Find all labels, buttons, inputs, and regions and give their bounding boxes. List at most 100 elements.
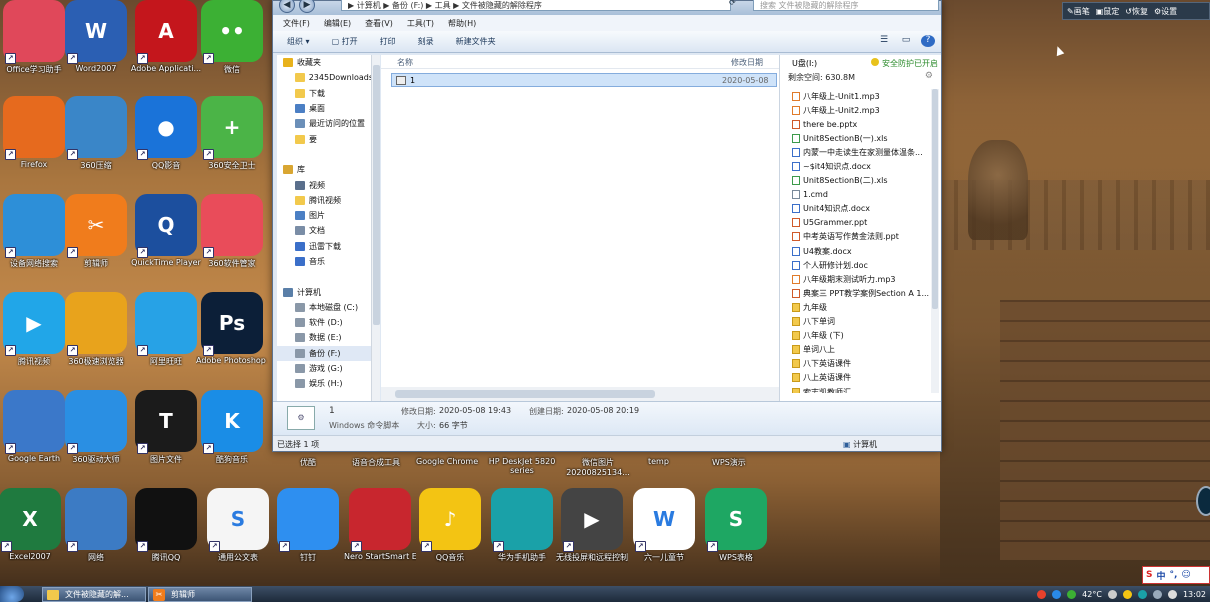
desktop-hidden-shortcut-label[interactable]: WPS演示 [712, 457, 746, 468]
usb-list-item[interactable]: 八年级 (下) [792, 329, 930, 343]
nav-item[interactable]: 2345Downloads [277, 70, 373, 85]
usb-list-item[interactable]: 内蒙一中走读生在家测量体温条... [792, 145, 930, 159]
menu-file[interactable]: 文件(F) [283, 18, 310, 29]
nav-item[interactable]: 库 [277, 162, 373, 177]
horizontal-scroll-thumb[interactable] [395, 390, 655, 398]
usb-list-item[interactable]: Unit8SectionB(二).xls [792, 174, 930, 188]
desktop-shortcut-d10[interactable]: ✂ ↗ 剪辑师 [60, 194, 132, 269]
refresh-icon[interactable]: ⟳ [729, 0, 736, 7]
desktop-shortcut-b9[interactable]: ▶↗无线投屏和远程控制的APP的... [556, 488, 628, 563]
usb-list-item[interactable]: 八上英语课件 [792, 371, 930, 385]
nav-item[interactable]: 桌面 [277, 101, 373, 116]
desktop-shortcut-b5[interactable]: ↗ 钉钉 [272, 488, 344, 563]
desktop-hidden-shortcut-label[interactable]: HP DeskJet 5820 series [484, 457, 560, 475]
usb-list-item[interactable]: 个人研修计划.doc [792, 258, 930, 272]
usb-list-item[interactable]: 八年级期末测试听力.mp3 [792, 272, 930, 286]
taskbar-explorer-button[interactable]: 文件被隐藏的解... [42, 587, 146, 602]
file-horizontal-scrollbar[interactable] [381, 387, 779, 401]
file-row[interactable]: 1 2020-05-08 [391, 73, 777, 87]
usb-list-item[interactable]: U4教案.docx [792, 244, 930, 258]
view-options-icon[interactable]: ☰ [877, 35, 891, 47]
start-button[interactable] [0, 586, 24, 602]
usb-list-item[interactable]: U5Grammer.ppt [792, 216, 930, 230]
volume-icon[interactable] [1167, 589, 1177, 599]
usb-list-item[interactable]: 1.cmd [792, 188, 930, 202]
desktop-hidden-shortcut-label[interactable]: temp [648, 457, 669, 466]
nav-item[interactable]: 游戏 (G:) [277, 361, 373, 376]
nav-item[interactable]: 娱乐 (H:) [277, 376, 373, 391]
desktop-shortcut-d11[interactable]: Q ↗ QuickTime Player [130, 194, 202, 267]
desktop-hidden-shortcut-label[interactable]: 微信图片 20200825134... [560, 457, 636, 477]
menu-help[interactable]: 帮助(H) [448, 18, 476, 29]
search-input[interactable]: 搜索 文件被隐藏的解除程序 [753, 0, 939, 11]
nav-item[interactable]: 文档 [277, 223, 373, 238]
forward-button[interactable]: ▶ [299, 0, 315, 13]
desktop-shortcut-b3[interactable]: ↗ 腾讯QQ [130, 488, 202, 563]
desktop-shortcut-d16[interactable]: Ps↗Adobe Photoshop ... [196, 292, 268, 365]
nav-scroll-thumb[interactable] [373, 65, 380, 325]
nav-item[interactable]: 下载 [277, 86, 373, 101]
ime-toolbar[interactable]: S 中 °, ☺ [1142, 566, 1210, 584]
nav-item[interactable]: 要 [277, 131, 373, 146]
nav-item[interactable]: 收藏夹 [277, 55, 373, 70]
usb-list-item[interactable]: 八年级上-Unit2.mp3 [792, 103, 930, 117]
desktop-shortcut-b11[interactable]: S ↗ WPS表格 [700, 488, 772, 563]
usb-list-item[interactable]: 八年级上-Unit1.mp3 [792, 89, 930, 103]
tray-app-icon[interactable] [1067, 589, 1077, 599]
desktop-shortcut-d12[interactable]: ↗ 360软件管家 [196, 194, 268, 269]
usb-list-item[interactable]: ~$it4知识点.docx [792, 159, 930, 173]
usb-list-item[interactable]: 八下英语课件 [792, 357, 930, 371]
nav-item[interactable]: 图片 [277, 208, 373, 223]
tray-app-icon[interactable] [1107, 589, 1117, 599]
desktop-shortcut-d3[interactable]: A ↗ Adobe Applicati... [130, 0, 202, 73]
print-button[interactable]: 打印 [380, 36, 396, 47]
nav-item[interactable]: 数据 (E:) [277, 330, 373, 345]
nav-item[interactable]: 软件 (D:) [277, 315, 373, 330]
weather-temperature[interactable]: 42°C [1082, 590, 1102, 599]
nav-item[interactable]: 计算机 [277, 284, 373, 299]
usb-scrollbar[interactable] [931, 89, 939, 393]
column-name[interactable]: 名称 [397, 57, 413, 68]
file-list-pane[interactable]: 名称 修改日期 1 2020-05-08 [381, 55, 779, 401]
help-icon[interactable]: ? [921, 35, 935, 47]
explorer-window[interactable]: ◀ ▶ ▶ 计算机 ▶ 备份 (F:) ▶ 工具 ▶ 文件被隐藏的解除程序 ⟳ … [272, 0, 942, 452]
desktop-shortcut-b7[interactable]: ♪ ↗ QQ音乐 [414, 488, 486, 563]
desktop-hidden-shortcut-label[interactable]: 优酷 [300, 457, 316, 468]
usb-list-item[interactable]: 中考英语写作黄金法则.ppt [792, 230, 930, 244]
column-modified[interactable]: 修改日期 [731, 57, 763, 68]
nav-item[interactable]: 腾讯视频 [277, 193, 373, 208]
desktop-shortcut-b2[interactable]: ↗ 网络 [60, 488, 132, 563]
desktop-shortcut-d15[interactable]: ↗ 阿里旺旺 [130, 292, 202, 367]
desktop-shortcut-b6[interactable]: ↗Nero StartSmart Essentials [344, 488, 416, 561]
clock[interactable]: 13:02 [1183, 590, 1206, 599]
usb-list-item[interactable]: 单词八上 [792, 343, 930, 357]
taskbar-jianjishi-button[interactable]: ✂ 剪辑师 [148, 587, 252, 602]
nav-item[interactable]: 备份 (F:) [277, 345, 373, 361]
desktop-shortcut-b8[interactable]: ↗ 华为手机助手 [486, 488, 558, 563]
desktop-shortcut-d20[interactable]: K ↗ 酷狗音乐 [196, 390, 268, 465]
new-folder-button[interactable]: 新建文件夹 [456, 36, 496, 47]
desktop-hidden-shortcut-label[interactable]: Google Chrome [416, 457, 478, 466]
desktop-shortcut-d4[interactable]: •• ↗ 微信 [196, 0, 268, 75]
desktop-shortcut-d18[interactable]: ↗ 360驱动大师 [60, 390, 132, 465]
burn-button[interactable]: 刻录 [418, 36, 434, 47]
pen-tool-button[interactable]: ✎画笔 [1067, 6, 1090, 17]
tray-app-icon[interactable] [1052, 589, 1062, 599]
organize-button[interactable]: 组织 ▾ [287, 36, 310, 47]
menu-view[interactable]: 查看(V) [365, 18, 393, 29]
network-icon[interactable] [1152, 589, 1162, 599]
desktop-shortcut-d2[interactable]: W ↗ Word2007 [60, 0, 132, 73]
nav-item[interactable]: 最近访问的位置 [277, 116, 373, 131]
usb-settings-gear-icon[interactable]: ⚙ [925, 71, 933, 81]
usb-list-item[interactable]: 八下单词 [792, 315, 930, 329]
usb-scroll-thumb[interactable] [932, 89, 938, 309]
desktop-shortcut-d19[interactable]: T ↗ 图片文件 [130, 390, 202, 465]
nav-item[interactable]: 迅雷下载 [277, 239, 373, 254]
open-button[interactable]: ▢ 打开 [332, 36, 358, 47]
desktop-shortcut-d8[interactable]: + ↗ 360安全卫士 [196, 96, 268, 171]
mouse-lock-button[interactable]: ▣鼠定 [1096, 6, 1120, 17]
desktop-shortcut-b4[interactable]: S ↗ 通用公文表 [202, 488, 274, 563]
preview-pane-icon[interactable]: ▭ [899, 35, 913, 47]
tray-app-icon[interactable] [1037, 589, 1047, 599]
desktop-shortcut-b1[interactable]: X ↗ Excel2007 [0, 488, 66, 561]
